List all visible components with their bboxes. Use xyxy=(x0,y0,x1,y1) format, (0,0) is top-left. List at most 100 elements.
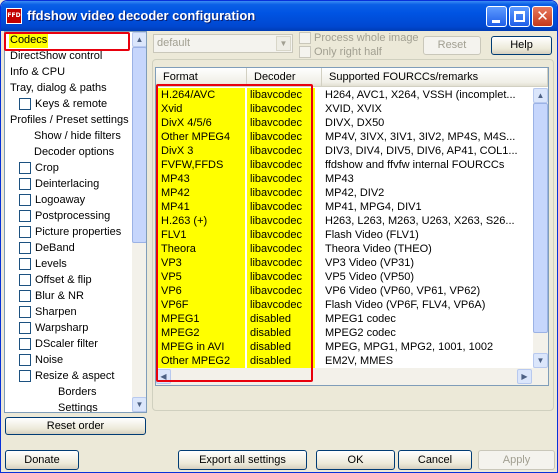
tree-item[interactable]: Blur & NR xyxy=(5,288,132,304)
tree-item-label: Settings xyxy=(58,402,98,412)
maximize-button[interactable] xyxy=(509,6,530,27)
list-scroll-thumb[interactable] xyxy=(533,103,548,333)
tree-item[interactable]: Tray, dialog & paths xyxy=(5,80,132,96)
tree-scroll-down-button[interactable]: ▼ xyxy=(132,397,146,412)
tree-item[interactable]: Postprocessing xyxy=(5,208,132,224)
decoder-column-header[interactable]: Decoder xyxy=(247,68,322,87)
tree-item[interactable]: Show / hide filters xyxy=(5,128,132,144)
table-row[interactable]: DivX 4/5/6 libavcodec DIVX, DX50 xyxy=(156,116,548,130)
filter-checkbox[interactable] xyxy=(19,226,31,238)
filter-checkbox[interactable] xyxy=(19,242,31,254)
table-row[interactable]: Other MPEG2 disabled EM2V, MMES xyxy=(156,354,548,368)
table-row[interactable]: MP43 libavcodec MP43 xyxy=(156,172,548,186)
table-row[interactable]: Other MPEG4 libavcodec MP4V, 3IVX, 3IV1, 3… xyxy=(156,130,548,144)
tree-scroll-thumb[interactable] xyxy=(132,47,146,243)
list-scroll-up-button[interactable]: ▲ xyxy=(533,88,548,103)
format-cell: MPEG1 xyxy=(158,312,245,326)
tree-item[interactable]: DirectShow control xyxy=(5,48,132,64)
table-row[interactable]: VP6F libavcodec Flash Video (VP6F, FLV4, V… xyxy=(156,298,548,312)
tree-item[interactable]: Levels xyxy=(5,256,132,272)
tree-item[interactable]: Keys & remote xyxy=(5,96,132,112)
list-scroll-down-button[interactable]: ▼ xyxy=(533,353,548,368)
filter-checkbox[interactable] xyxy=(19,178,31,190)
filter-checkbox[interactable] xyxy=(19,290,31,302)
list-scroll-right-button[interactable]: ▶ xyxy=(517,369,532,384)
close-button[interactable]: ✕ xyxy=(532,6,553,27)
fourcc-cell: Flash Video (FLV1) xyxy=(325,229,419,241)
minimize-button[interactable] xyxy=(486,6,507,27)
filter-checkbox[interactable] xyxy=(19,194,31,206)
filter-checkbox[interactable] xyxy=(19,306,31,318)
help-button[interactable]: Help xyxy=(491,36,552,55)
tree-item[interactable]: Noise xyxy=(5,352,132,368)
table-row[interactable]: Theora libavcodec Theora Video (THEO) xyxy=(156,242,548,256)
tree-item[interactable]: Settings xyxy=(5,400,132,412)
list-scroll-left-button[interactable]: ◀ xyxy=(156,369,171,384)
format-cell: VP5 xyxy=(158,270,245,284)
fourcc-column-header[interactable]: Supported FOURCCs/remarks xyxy=(322,68,548,87)
filter-checkbox[interactable] xyxy=(19,258,31,270)
title-bar[interactable]: FFD ffdshow video decoder configuration … xyxy=(1,1,557,31)
filter-checkbox[interactable] xyxy=(19,162,31,174)
cancel-button[interactable]: Cancel xyxy=(398,450,472,470)
only-right-half-box[interactable] xyxy=(299,46,311,58)
table-row[interactable]: MPEG2 disabled MPEG2 codec xyxy=(156,326,548,340)
settings-tree: Codecs DirectShow control Info & CPU Tray, … xyxy=(4,31,147,413)
tree-item[interactable]: Logoaway xyxy=(5,192,132,208)
tree-item[interactable]: Warpsharp xyxy=(5,320,132,336)
process-whole-image-checkbox[interactable]: Process whole image xyxy=(299,32,419,45)
table-row[interactable]: H.263 (+) libavcodec H263, L263, M263, U26… xyxy=(156,214,548,228)
tree-item[interactable]: Decoder options xyxy=(5,144,132,160)
apply-button[interactable]: Apply xyxy=(478,450,555,470)
tree-vertical-scrollbar[interactable]: ▲ ▼ xyxy=(132,32,146,412)
reset-order-button[interactable]: Reset order xyxy=(5,417,146,435)
tree-item[interactable]: Info & CPU xyxy=(5,64,132,80)
chevron-down-icon[interactable]: ▼ xyxy=(276,36,291,51)
process-whole-image-box[interactable] xyxy=(299,32,311,44)
table-row[interactable]: VP5 libavcodec VP5 Video (VP50) xyxy=(156,270,548,284)
filter-checkbox[interactable] xyxy=(19,354,31,366)
tree-item[interactable]: DScaler filter xyxy=(5,336,132,352)
filter-checkbox[interactable] xyxy=(19,274,31,286)
filter-checkbox[interactable] xyxy=(19,98,31,110)
tree-item[interactable]: Deinterlacing xyxy=(5,176,132,192)
table-row[interactable]: MP42 libavcodec MP42, DIV2 xyxy=(156,186,548,200)
tree-item[interactable]: Profiles / Preset settings xyxy=(5,112,132,128)
table-row[interactable]: DivX 3 libavcodec DIV3, DIV4, DIV5, DIV6, … xyxy=(156,144,548,158)
only-right-half-checkbox[interactable]: Only right half xyxy=(299,46,419,59)
list-horizontal-scrollbar[interactable]: ◀ ▶ xyxy=(156,368,548,385)
filter-checkbox[interactable] xyxy=(19,322,31,334)
format-cell: Theora xyxy=(158,242,245,256)
table-row[interactable]: MPEG in AVI disabled MPEG, MPG1, MPG2, 100… xyxy=(156,340,548,354)
format-cell: H.264/AVC xyxy=(158,88,245,102)
donate-button[interactable]: Donate xyxy=(5,450,79,470)
filter-checkbox[interactable] xyxy=(19,338,31,350)
ok-button[interactable]: OK xyxy=(316,450,395,470)
tree-item[interactable]: Offset & flip xyxy=(5,272,132,288)
table-row[interactable]: VP3 libavcodec VP3 Video (VP31) xyxy=(156,256,548,270)
ffdshow-app-icon[interactable]: FFD xyxy=(6,8,22,24)
table-row[interactable]: MP41 libavcodec MP41, MPG4, DIV1 xyxy=(156,200,548,214)
table-row[interactable]: Xvid libavcodec XVID, XVIX xyxy=(156,102,548,116)
filter-checkbox[interactable] xyxy=(19,210,31,222)
table-row[interactable]: H.264/AVC libavcodec H264, AVC1, X264, VSS… xyxy=(156,88,548,102)
tree-item[interactable]: Resize & aspect xyxy=(5,368,132,384)
tree-item[interactable]: Picture properties xyxy=(5,224,132,240)
tree-item[interactable]: Borders xyxy=(5,384,132,400)
tree-item-label: Picture properties xyxy=(35,226,122,238)
export-all-settings-button[interactable]: Export all settings xyxy=(178,450,307,470)
tree-scroll-up-button[interactable]: ▲ xyxy=(132,32,146,47)
preset-combo[interactable]: default ▼ xyxy=(153,34,293,53)
tree-item[interactable]: Crop xyxy=(5,160,132,176)
format-column-header[interactable]: Format xyxy=(156,68,247,87)
tree-item[interactable]: Codecs xyxy=(5,32,132,48)
table-row[interactable]: FVFW,FFDS libavcodec ffdshow and ffvfw int… xyxy=(156,158,548,172)
table-row[interactable]: FLV1 libavcodec Flash Video (FLV1) xyxy=(156,228,548,242)
reset-button[interactable]: Reset xyxy=(423,36,481,55)
filter-checkbox[interactable] xyxy=(19,370,31,382)
table-row[interactable]: VP6 libavcodec VP6 Video (VP60, VP61, VP62… xyxy=(156,284,548,298)
tree-item[interactable]: Sharpen xyxy=(5,304,132,320)
list-vertical-scrollbar[interactable]: ▲ ▼ xyxy=(533,88,548,368)
table-row[interactable]: MPEG1 disabled MPEG1 codec xyxy=(156,312,548,326)
tree-item[interactable]: DeBand xyxy=(5,240,132,256)
